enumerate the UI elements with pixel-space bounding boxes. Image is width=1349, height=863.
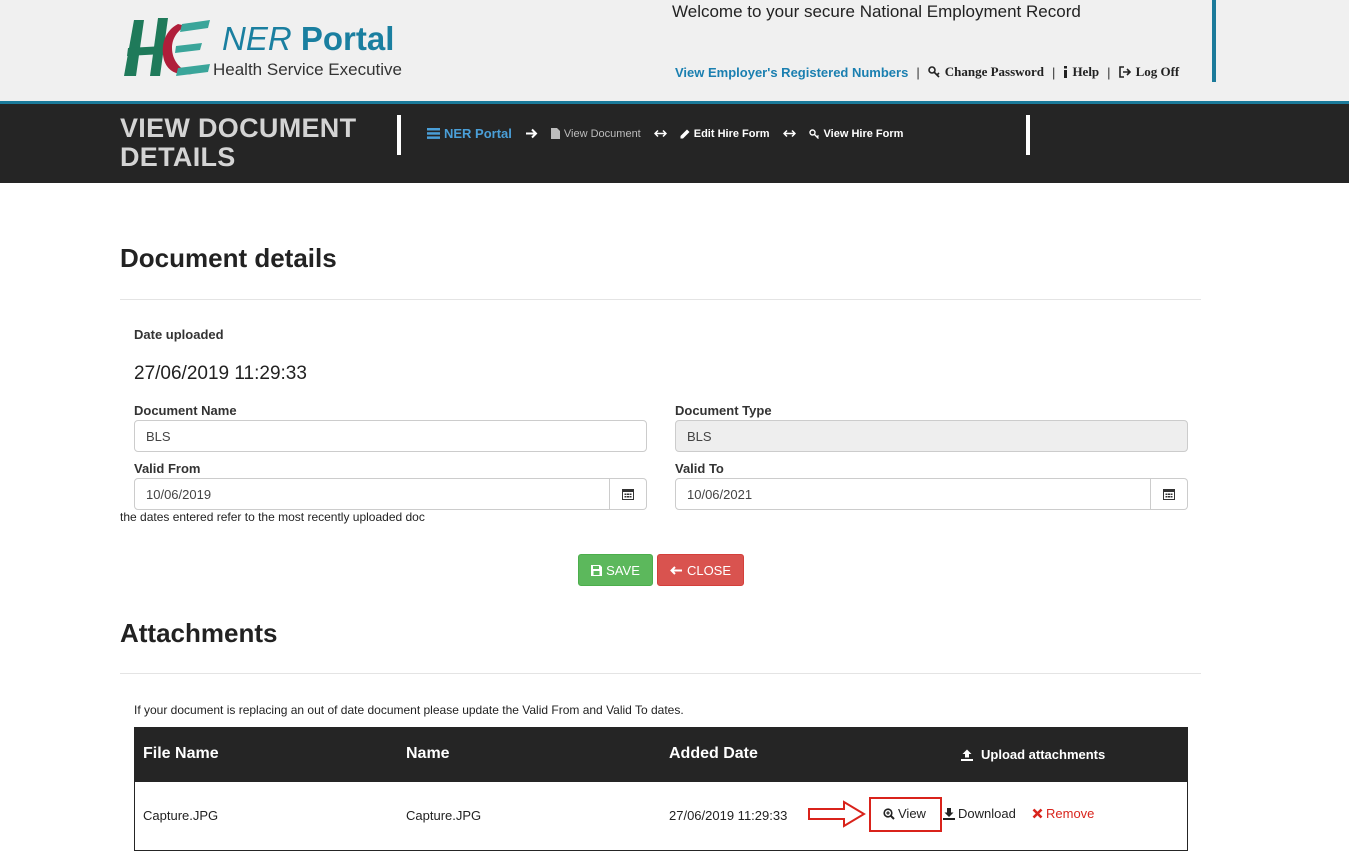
valid-to-label: Valid To bbox=[675, 461, 724, 476]
valid-from-label: Valid From bbox=[134, 461, 201, 476]
change-password-label: Change Password bbox=[944, 64, 1045, 79]
pencil-icon bbox=[680, 129, 690, 138]
upload-attachments-label: Upload attachments bbox=[981, 747, 1106, 762]
info-icon bbox=[1064, 66, 1068, 78]
save-button[interactable]: SAVE bbox=[578, 554, 653, 586]
key-icon bbox=[808, 128, 819, 139]
valid-to-input[interactable] bbox=[675, 478, 1151, 510]
table-header: File Name Name Added Date Upload attachm… bbox=[135, 728, 1187, 782]
dates-note: the dates entered refer to the most rece… bbox=[120, 510, 425, 524]
valid-from-input[interactable] bbox=[134, 478, 610, 510]
download-button[interactable]: Download bbox=[943, 806, 1016, 821]
welcome-text: Welcome to your secure National Employme… bbox=[672, 2, 1081, 21]
close-button[interactable]: CLOSE bbox=[657, 554, 744, 586]
registered-numbers-link[interactable]: View Employer's Registered Numbers bbox=[675, 65, 908, 80]
remove-icon bbox=[1032, 808, 1043, 819]
document-details-heading: Document details bbox=[120, 243, 337, 273]
valid-from-calendar-button[interactable] bbox=[610, 478, 647, 510]
document-name-input[interactable] bbox=[134, 420, 647, 452]
remove-button[interactable]: Remove bbox=[1032, 806, 1094, 821]
column-added-date: Added Date bbox=[669, 745, 758, 762]
list-icon bbox=[427, 128, 440, 139]
log-off-label: Log Off bbox=[1135, 64, 1180, 79]
attachments-heading: Attachments bbox=[120, 618, 278, 648]
arrow-right-icon bbox=[525, 128, 538, 139]
breadcrumb: NER Portal View Document Edit Hire Form … bbox=[427, 126, 903, 141]
link-separator: | bbox=[916, 64, 920, 80]
change-password-link[interactable]: Change Password bbox=[927, 64, 1045, 80]
zoom-icon bbox=[883, 807, 895, 820]
upload-attachments-button[interactable]: Upload attachments bbox=[961, 747, 1105, 762]
page-title: VIEW DOCUMENT DETAILS bbox=[120, 114, 380, 172]
attachments-info-text: If your document is replacing an out of … bbox=[134, 703, 684, 717]
calendar-icon bbox=[622, 489, 634, 500]
attachments-table: File Name Name Added Date Upload attachm… bbox=[134, 727, 1188, 851]
portal-subtitle: Health Service Executive bbox=[213, 60, 402, 79]
view-label: View bbox=[898, 806, 926, 821]
breadcrumb-edit-hire-form-label: Edit Hire Form bbox=[693, 127, 770, 140]
file-icon bbox=[550, 128, 560, 139]
row-file-name: Capture.JPG bbox=[143, 808, 219, 823]
page-title-line2: DETAILS bbox=[120, 142, 236, 172]
divider bbox=[120, 673, 1201, 674]
download-label: Download bbox=[958, 806, 1016, 821]
document-type-label: Document Type bbox=[675, 403, 772, 418]
annotation-arrow bbox=[808, 800, 866, 828]
column-file-name: File Name bbox=[143, 745, 219, 762]
valid-to-calendar-button[interactable] bbox=[1151, 478, 1188, 510]
key-icon bbox=[927, 66, 940, 78]
floppy-icon bbox=[591, 564, 603, 576]
save-label: SAVE bbox=[606, 562, 640, 578]
breadcrumb-view-hire-form[interactable]: View Hire Form bbox=[808, 127, 904, 140]
close-label: CLOSE bbox=[686, 562, 732, 578]
title-divider-left bbox=[397, 115, 401, 155]
portal-title: NER Portal bbox=[222, 20, 395, 57]
view-button[interactable]: View bbox=[883, 806, 926, 821]
title-bar: VIEW DOCUMENT DETAILS NER Portal View Do… bbox=[0, 104, 1349, 183]
arrow-left-icon bbox=[670, 565, 682, 575]
remove-label: Remove bbox=[1046, 806, 1095, 821]
row-name: Capture.JPG bbox=[406, 808, 482, 823]
document-name-label: Document Name bbox=[134, 403, 237, 418]
hse-logo bbox=[124, 18, 210, 76]
breadcrumb-view-hire-form-label: View Hire Form bbox=[823, 127, 904, 140]
double-arrow-icon bbox=[653, 129, 667, 138]
top-header: NER Portal Health Service Executive Welc… bbox=[0, 0, 1349, 101]
help-link[interactable]: Help bbox=[1063, 64, 1099, 80]
top-links: View Employer's Registered Numbers | Cha… bbox=[675, 64, 1179, 80]
date-uploaded-label: Date uploaded bbox=[134, 327, 224, 342]
breadcrumb-ner-portal-label: NER Portal bbox=[444, 126, 512, 141]
valid-to-picker bbox=[675, 478, 1188, 510]
header-divider bbox=[1212, 0, 1216, 82]
breadcrumb-ner-portal[interactable]: NER Portal bbox=[427, 126, 512, 141]
link-separator: | bbox=[1052, 64, 1056, 80]
date-uploaded-value: 27/06/2019 11:29:33 bbox=[134, 363, 307, 384]
page-title-line1: VIEW DOCUMENT bbox=[120, 113, 357, 143]
row-added-date: 27/06/2019 11:29:33 bbox=[669, 808, 788, 823]
link-separator: | bbox=[1107, 64, 1111, 80]
title-divider-right bbox=[1026, 115, 1030, 155]
double-arrow-icon bbox=[782, 129, 796, 138]
help-label: Help bbox=[1072, 64, 1100, 79]
divider bbox=[120, 299, 1201, 300]
valid-from-picker bbox=[134, 478, 647, 510]
calendar-icon bbox=[1163, 489, 1175, 500]
log-off-link[interactable]: Log Off bbox=[1118, 64, 1180, 80]
breadcrumb-view-document[interactable]: View Document bbox=[550, 127, 641, 140]
document-type-input bbox=[675, 420, 1188, 452]
logout-icon bbox=[1118, 66, 1131, 78]
column-name: Name bbox=[406, 745, 450, 762]
breadcrumb-edit-hire-form[interactable]: Edit Hire Form bbox=[680, 128, 770, 140]
upload-icon bbox=[961, 749, 973, 761]
breadcrumb-view-document-label: View Document bbox=[563, 127, 641, 140]
download-icon bbox=[943, 807, 955, 820]
